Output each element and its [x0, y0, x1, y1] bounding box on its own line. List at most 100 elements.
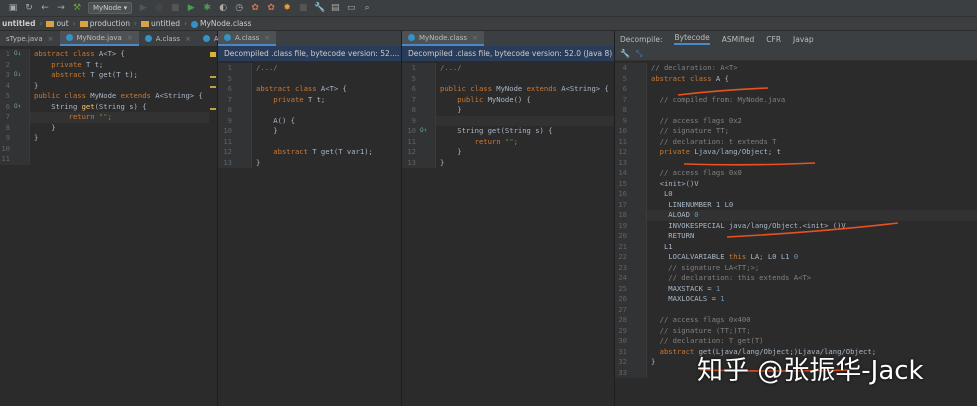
code-line[interactable]: 7 return ""; [0, 112, 217, 123]
code-line[interactable]: 2 private T t; [0, 59, 217, 70]
code-line[interactable]: 6 O↑ String get(String s) { [0, 101, 217, 112]
code-line[interactable]: 13 [615, 157, 977, 168]
debug-icon[interactable]: ✱ [202, 3, 212, 13]
code-line[interactable]: 9 // access flags 0x2 [615, 115, 977, 126]
tab-cfr[interactable]: CFR [766, 35, 781, 44]
code-line[interactable]: 9 [402, 115, 614, 126]
code-line[interactable]: 1 /.../ [402, 63, 614, 74]
forward-icon[interactable]: → [56, 3, 66, 13]
code-line[interactable]: 12 abstract T get(T var1); [218, 147, 401, 158]
code-line[interactable]: 4 // declaration: A<T> [615, 63, 977, 74]
build-icon[interactable]: ⚒ [72, 3, 82, 13]
plugin3-icon[interactable]: ✸ [282, 3, 292, 13]
breadcrumb-out[interactable]: out [46, 19, 69, 28]
code-line[interactable]: 5 [402, 73, 614, 84]
line-number: 10 [615, 126, 631, 137]
code-line[interactable]: 9} [0, 133, 217, 144]
run-icon[interactable]: ▶ [186, 3, 196, 13]
code-line[interactable]: 22 LOCALVARIABLE this LA; L0 L1 0 [615, 252, 977, 263]
code-line[interactable]: 19 INVOKESPECIAL java/lang/Object.<init>… [615, 220, 977, 231]
scrollbar[interactable] [209, 46, 217, 406]
code-line[interactable]: 27 [615, 304, 977, 315]
code-line[interactable]: 11 [218, 136, 401, 147]
code-line[interactable]: 11 return ""; [402, 136, 614, 147]
code-line[interactable]: 8 [218, 105, 401, 116]
code-line[interactable]: 12 private Ljava/lang/Object; t [615, 147, 977, 158]
override-gutter-icon[interactable]: O↑ [420, 126, 436, 137]
override-gutter-icon[interactable]: O↓ [14, 70, 30, 81]
profile-icon[interactable]: ◷ [234, 3, 244, 13]
tab-bytecode[interactable]: Bytecode [674, 33, 710, 45]
code-line[interactable]: 13} [218, 157, 401, 168]
code-line[interactable]: 16 L0 [615, 189, 977, 200]
code-line[interactable]: 20 RETURN [615, 231, 977, 242]
code-line[interactable]: 7 private T t; [218, 94, 401, 105]
breadcrumb-file[interactable]: MyNode.class [190, 19, 251, 28]
code-line[interactable]: 5 public class MyNode extends A<String> { [0, 91, 217, 102]
code-line[interactable]: 25 MAXSTACK = 1 [615, 283, 977, 294]
code-line[interactable]: 24 // declaration: this extends A<T> [615, 273, 977, 284]
override-gutter-icon[interactable]: O↓ [14, 49, 30, 60]
tab-asmified[interactable]: ASMified [722, 35, 755, 44]
tab-javap[interactable]: Javap [793, 35, 814, 44]
tab-type-java[interactable]: sType.java × [0, 31, 60, 46]
override-gutter-icon[interactable]: O↑ [14, 101, 30, 112]
wrench-icon[interactable]: 🔧 [620, 49, 630, 58]
code-line[interactable]: 10 [0, 143, 217, 154]
code-line[interactable]: 10 } [218, 126, 401, 137]
code-line[interactable]: 29 // signature (TT;)TT; [615, 325, 977, 336]
settings-icon[interactable]: 🔧 [314, 3, 325, 13]
code-line[interactable]: 17 LINENUMBER 1 L0 [615, 199, 977, 210]
code-line[interactable]: 6 abstract class A<T> { [218, 84, 401, 95]
code-line[interactable]: 23 // signature LA<TT;>; [615, 262, 977, 273]
breadcrumb-production[interactable]: production [79, 19, 130, 28]
breadcrumb-untitled[interactable]: untitled [141, 19, 180, 28]
code-editor[interactable]: 1 O↓ abstract class A<T> {2 private T t; 3 O… [0, 49, 217, 406]
sync-icon[interactable]: ⤡ [636, 49, 642, 59]
coverage-icon[interactable]: ◐ [218, 3, 228, 13]
code-line[interactable]: 1 /.../ [218, 63, 401, 74]
code-line[interactable]: 8 [615, 105, 977, 116]
save-icon[interactable]: ▣ [8, 3, 18, 13]
code-line[interactable]: 7 // compiled from: MyNode.java [615, 94, 977, 105]
plugin2-icon[interactable]: ✿ [266, 3, 276, 13]
code-line[interactable]: 10 // signature TT; [615, 126, 977, 137]
code-line[interactable]: 13} [402, 157, 614, 168]
code-line[interactable]: 6 public class MyNode extends A<String> { [402, 84, 614, 95]
tab-mynode-java[interactable]: MyNode.java × [59, 31, 139, 46]
breadcrumb-project[interactable]: untitled [2, 19, 35, 28]
code-line[interactable]: 26 MAXLOCALS = 1 [615, 294, 977, 305]
code-line[interactable]: 3 O↓ abstract T get(T t); [0, 70, 217, 81]
code-line[interactable]: 21 L1 [615, 241, 977, 252]
tab-a-class[interactable]: A.class × [139, 31, 197, 46]
code-line[interactable]: 12 } [402, 147, 614, 158]
code-line[interactable]: 28 // access flags 0x400 [615, 315, 977, 326]
terminal-icon[interactable]: ▭ [346, 3, 356, 13]
code-line[interactable]: 15 <init>()V [615, 178, 977, 189]
code-line[interactable]: 6 [615, 84, 977, 95]
code-line[interactable]: 10 O↑ String get(String s) { [402, 126, 614, 137]
run-config-select[interactable]: MyNode ▾ [88, 2, 133, 14]
code-line[interactable]: 11 [0, 154, 217, 165]
code-editor[interactable]: 1 /.../ 5 6 public class MyNode extends A<St… [402, 63, 614, 406]
code-line[interactable]: 8 } [402, 105, 614, 116]
back-icon[interactable]: ← [40, 3, 50, 13]
code-line[interactable]: 9 A() { [218, 115, 401, 126]
code-line[interactable]: 11 // declaration: t extends T [615, 136, 977, 147]
sync-icon[interactable]: ↻ [24, 3, 34, 13]
code-line[interactable]: 5 abstract class A { [615, 73, 977, 84]
code-line[interactable]: 18 ALOAD 0 [615, 210, 977, 221]
code-line[interactable]: 1 O↓ abstract class A<T> { [0, 49, 217, 60]
code-line[interactable]: 5 [218, 73, 401, 84]
code-editor[interactable]: 1/.../5 6 abstract class A<T> {7 private T… [218, 63, 401, 406]
structure-icon[interactable]: ▤ [330, 3, 340, 13]
code-line[interactable]: 8 } [0, 122, 217, 133]
code-line[interactable]: 7 public MyNode() { [402, 94, 614, 105]
code-line[interactable]: 14 // access flags 0x0 [615, 168, 977, 179]
tab-a-class[interactable]: A.class × [218, 31, 277, 46]
code-line[interactable]: 4} [0, 80, 217, 91]
tab-mynode-class[interactable]: MyNode.class × [402, 31, 484, 46]
search-icon[interactable]: ⌕ [362, 3, 372, 13]
code-line[interactable]: 30 // declaration: T get(T) [615, 336, 977, 347]
plugin-icon[interactable]: ✿ [250, 3, 260, 13]
